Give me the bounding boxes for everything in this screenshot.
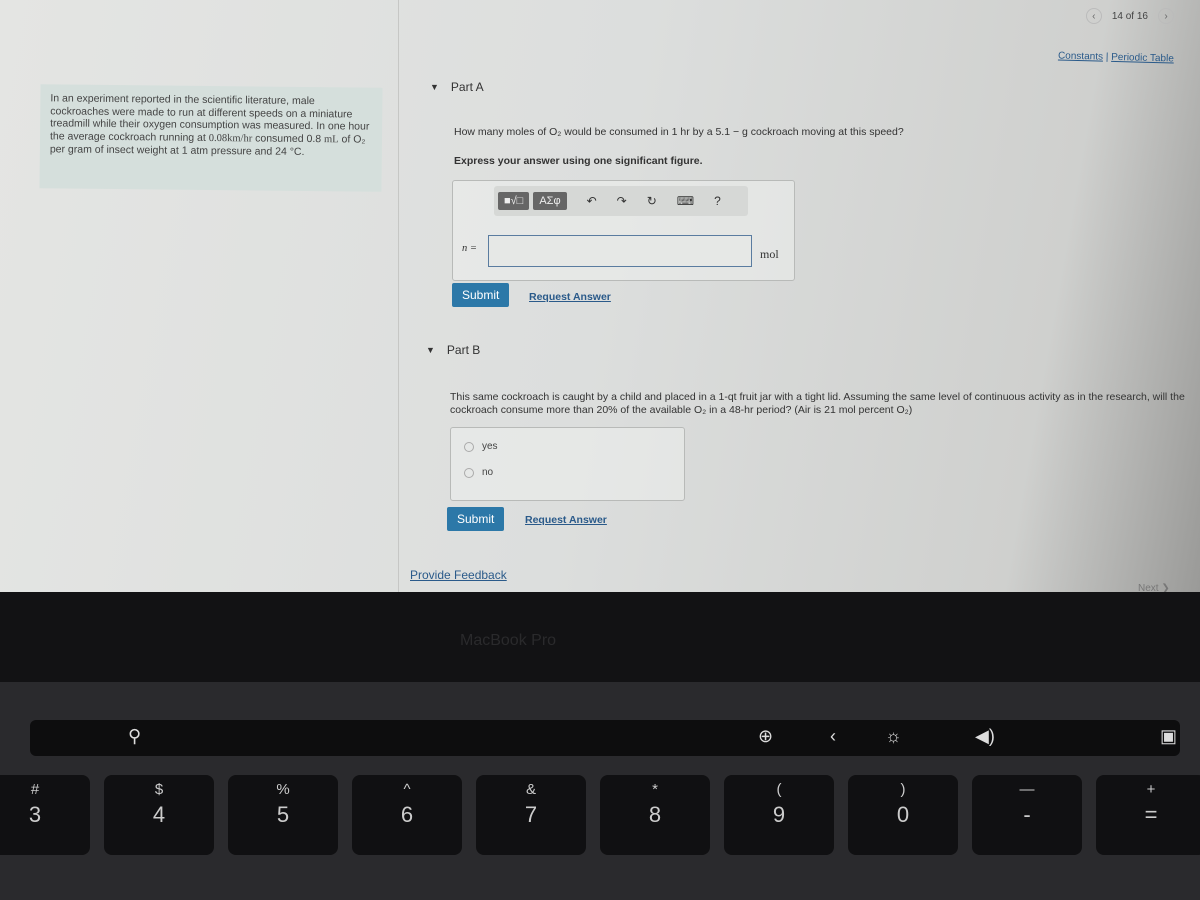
prev-icon[interactable]: ‹ [1085,8,1102,24]
page-count: 14 of 16 [1111,10,1148,22]
radio-icon[interactable] [464,441,474,452]
redo-icon[interactable]: ↷ [617,194,627,208]
provide-feedback-link[interactable]: Provide Feedback [410,568,507,582]
key[interactable]: #3 [0,775,90,855]
option-yes[interactable]: yes [464,441,498,452]
touch-bar [30,720,1180,756]
key-label: 0 [896,802,910,827]
key-label: 6 [400,802,414,827]
key-shift-label: + [1146,781,1156,798]
intro-unit: mL [323,133,339,145]
laptop-brand: MacBook Pro [460,632,557,649]
key[interactable]: (9 [724,775,834,855]
problem-intro: In an experiment reported in the scienti… [39,84,383,192]
chevron-left-icon[interactable]: ‹ [830,726,836,747]
part-a-question: How many moles of O₂ would be consumed i… [454,126,904,138]
key[interactable]: % 5 [228,775,338,855]
caret-down-icon: ▼ [426,345,435,355]
unit-label: mol [760,247,779,261]
math-toolbar: ■√□ ΑΣφ ↶ ↷ ↻ ⌨ ? [494,186,748,216]
key-shift-label: & [525,781,536,798]
greek-button[interactable]: ΑΣφ [533,192,567,210]
next-icon[interactable]: › [1158,8,1174,24]
option-label: yes [482,441,498,452]
key-shift-label: ^ [403,781,411,798]
brightness-icon[interactable]: ☼ [885,726,902,747]
key[interactable]: + = [1096,775,1200,855]
key-shift-label: # [30,781,40,798]
part-b-header[interactable]: ▼ Part B [426,343,480,357]
key-label: = [1144,802,1158,827]
key-shift-label: * [652,781,658,798]
help-icon[interactable]: ? [714,194,721,208]
part-a-header[interactable]: ▼ Part A [430,80,484,94]
key-label: 4 [152,802,166,827]
part-b-question: This same cockroach is caught by a child… [450,391,1185,416]
submit-button-a[interactable]: Submit [452,283,510,307]
panel-divider [398,0,399,592]
key[interactable]: ^ 6 [352,775,462,855]
part-b-title: Part B [446,343,481,357]
screen-icon[interactable]: ▣ [1160,726,1177,747]
key-label: 8 [648,802,662,827]
submit-button-b[interactable]: Submit [447,507,505,531]
templates-button[interactable]: ■√□ [498,192,530,210]
volume-icon[interactable]: ◀) [975,726,995,747]
key-shift-label: ( [776,781,782,798]
intro-speed: 0.08km/hr [208,132,253,144]
radio-icon[interactable] [464,467,474,478]
key-shift-label: ) [900,781,906,798]
caret-down-icon: ▼ [430,82,439,92]
answer-input[interactable] [488,235,752,267]
periodic-table-link[interactable]: Periodic Table [1111,52,1174,65]
option-label: no [482,467,494,478]
part-a-instruction: Express your answer using one significan… [454,155,703,167]
constants-link[interactable]: Constants [1058,50,1103,62]
pagination: ‹ 14 of 16 › [1085,8,1174,24]
key-label: 5 [276,802,290,827]
key[interactable]: * 8 [600,775,710,855]
key[interactable]: ) 0 [848,775,958,855]
options-box [450,427,685,501]
separator: | [1105,51,1109,63]
intro-text: consumed 0.8 [252,131,325,145]
key-shift-label: — [1019,781,1035,798]
key[interactable]: & 7 [476,775,586,855]
key-label: 7 [524,802,538,827]
key-label: - [1023,802,1031,827]
key-shift-label: % [276,781,290,798]
variable-label: n = [462,243,477,254]
add-icon[interactable]: ⊕ [758,726,773,747]
undo-icon[interactable]: ↶ [587,194,597,208]
key[interactable]: $4 [104,775,214,855]
key-label: 3 [28,802,42,827]
part-a-title: Part A [450,80,484,94]
browser-screen: In an experiment reported in the scienti… [0,0,1200,594]
key[interactable]: — - [972,775,1082,855]
request-answer-a[interactable]: Request Answer [529,291,611,303]
keyboard-icon[interactable]: ⌨ [677,194,694,208]
resource-links: Constants | Periodic Table [1058,50,1174,64]
key-shift-label: $ [154,781,164,798]
key-label: 9 [772,802,786,827]
search-icon[interactable]: ⚲ [128,726,141,747]
option-no[interactable]: no [464,467,493,478]
reset-icon[interactable]: ↻ [647,194,657,208]
laptop-bezel [0,592,1200,682]
request-answer-b[interactable]: Request Answer [525,514,607,526]
